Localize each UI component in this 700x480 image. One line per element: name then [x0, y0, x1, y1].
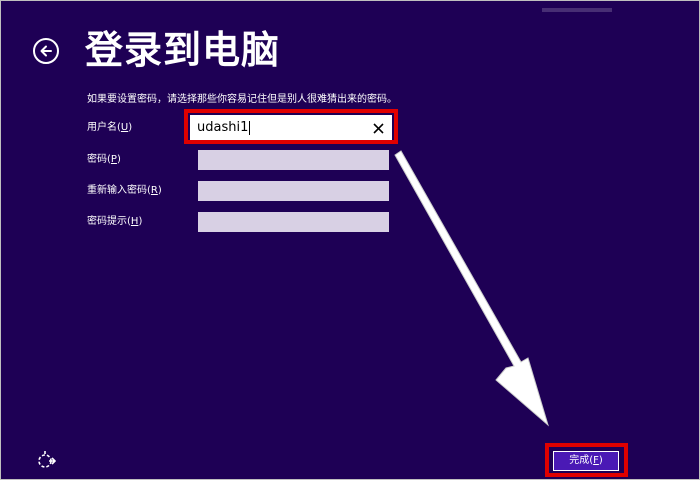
- username-input[interactable]: udashi1: [190, 115, 392, 141]
- instruction-text: 如果要设置密码，请选择那些你容易记住但是别人很难猜出来的密码。: [87, 94, 397, 105]
- username-label: 用户名(U): [87, 122, 133, 133]
- password-hint-label: 密码提示(H): [87, 216, 143, 227]
- watermark-mark: [542, 8, 612, 12]
- ease-of-access-icon[interactable]: [36, 451, 56, 471]
- finish-button[interactable]: 完成(F): [553, 451, 619, 471]
- username-value: udashi1: [197, 120, 251, 135]
- back-arrow-icon: [40, 45, 52, 57]
- confirm-password-field[interactable]: [198, 181, 389, 201]
- password-field[interactable]: [198, 150, 389, 170]
- back-button[interactable]: [33, 38, 59, 64]
- password-hint-field[interactable]: [198, 212, 389, 232]
- page-title: 登录到电脑: [85, 28, 281, 72]
- password-label: 密码(P): [87, 154, 121, 165]
- close-icon[interactable]: [369, 119, 387, 137]
- confirm-password-label: 重新输入密码(R): [87, 185, 162, 196]
